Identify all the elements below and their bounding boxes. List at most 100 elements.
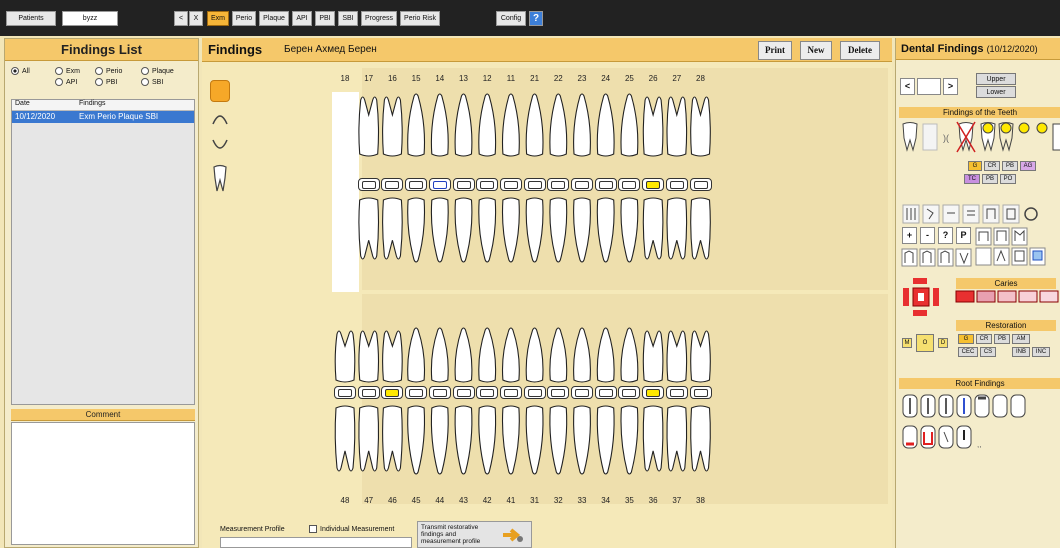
tooth-45-lingual[interactable]: [407, 327, 426, 383]
caries-surface-icons[interactable]: [899, 276, 1060, 320]
tag-ag[interactable]: AG: [1020, 161, 1036, 171]
crown-shape-icons[interactable]: [900, 248, 980, 268]
tooth-46-buccal[interactable]: [382, 405, 403, 472]
tooth-31-lingual[interactable]: [525, 327, 544, 383]
tooth-31-buccal[interactable]: [525, 405, 544, 475]
tooth-33-buccal[interactable]: [573, 405, 591, 475]
tooth-16-occlusal[interactable]: [381, 178, 404, 191]
filter-sbi[interactable]: SBI: [141, 78, 163, 86]
tag-cr[interactable]: CR: [984, 161, 1000, 171]
tooth-21-occlusal[interactable]: [523, 178, 546, 191]
filter-pbi[interactable]: PBI: [95, 78, 117, 86]
surface-m[interactable]: M: [902, 338, 912, 348]
tooth-11-occlusal[interactable]: [499, 178, 522, 191]
tooth-42-buccal[interactable]: [478, 405, 497, 475]
tooth-finding-icons[interactable]: )(: [899, 120, 1060, 154]
restoration-tag-g[interactable]: G: [958, 334, 974, 344]
tooth-43-occlusal[interactable]: [452, 386, 475, 399]
tooth-43-buccal[interactable]: [454, 405, 473, 475]
tab-pbi[interactable]: PBI: [315, 11, 335, 26]
question-button[interactable]: ?: [938, 227, 953, 244]
tooth-27-lingual[interactable]: [666, 197, 688, 260]
tooth-37-occlusal[interactable]: [665, 386, 688, 399]
tooth-26-occlusal[interactable]: [642, 178, 665, 191]
tooth-47-buccal[interactable]: [358, 405, 380, 472]
individual-measurement-checkbox[interactable]: Individual Measurement: [309, 525, 394, 533]
tooth-43-lingual[interactable]: [454, 327, 473, 383]
tooth-38-occlusal[interactable]: [689, 386, 712, 399]
patients-button[interactable]: Patients: [6, 11, 56, 26]
tooth-25-lingual[interactable]: [620, 197, 639, 263]
tooth-41-occlusal[interactable]: [499, 386, 522, 399]
tooth-27-buccal[interactable]: [666, 96, 688, 157]
tooth-36-lingual[interactable]: [642, 330, 664, 383]
nav-prev-button[interactable]: <: [174, 11, 188, 26]
tooth-12-buccal[interactable]: [478, 93, 497, 157]
tooth-34-buccal[interactable]: [596, 405, 615, 475]
tooth-25-occlusal[interactable]: [618, 178, 641, 191]
tooth-28-lingual[interactable]: [690, 197, 711, 260]
tooth-44-buccal[interactable]: [430, 405, 449, 475]
lower-jaw-button[interactable]: Lower: [976, 86, 1016, 98]
tooth-15-occlusal[interactable]: [405, 178, 428, 191]
tooth-35-occlusal[interactable]: [618, 386, 641, 399]
config-button[interactable]: Config: [496, 11, 526, 26]
tooth-23-lingual[interactable]: [573, 197, 591, 263]
tooth-28-buccal[interactable]: [690, 96, 711, 157]
minus-button[interactable]: -: [920, 227, 935, 244]
tooth-12-lingual[interactable]: [478, 197, 497, 263]
tooth-32-lingual[interactable]: [549, 327, 568, 383]
tooth-27-occlusal[interactable]: [665, 178, 688, 191]
tooth-48-occlusal[interactable]: [334, 386, 356, 399]
tooth-16-lingual[interactable]: [382, 197, 403, 260]
tooth-17-occlusal[interactable]: [357, 178, 380, 191]
tab-exm[interactable]: Exm: [207, 11, 229, 26]
tooth-11-buccal[interactable]: [501, 93, 520, 157]
tooth-34-lingual[interactable]: [596, 327, 615, 383]
tooth-48-buccal[interactable]: [334, 405, 356, 472]
root-finding-icons[interactable]: ,,: [899, 392, 1060, 456]
tooth-47-occlusal[interactable]: [357, 386, 380, 399]
surface-d[interactable]: D: [938, 338, 948, 348]
table-row[interactable]: 10/12/2020 Exm Perio Plaque SBI: [12, 111, 194, 123]
tooth-11-lingual[interactable]: [501, 197, 520, 263]
tooth-37-lingual[interactable]: [666, 330, 688, 383]
tooth-14-lingual[interactable]: [430, 197, 449, 263]
tab-plaque[interactable]: Plaque: [259, 11, 289, 26]
restoration-tag-inc[interactable]: INC: [1032, 347, 1050, 357]
tooth-28-occlusal[interactable]: [689, 178, 712, 191]
tooth-38-lingual[interactable]: [690, 330, 711, 383]
tooth-22-buccal[interactable]: [549, 93, 568, 157]
tooth-45-occlusal[interactable]: [405, 386, 428, 399]
filter-all[interactable]: All: [11, 67, 30, 75]
tab-api[interactable]: API: [292, 11, 312, 26]
filter-exm[interactable]: Exm: [55, 67, 80, 75]
tooth-45-buccal[interactable]: [407, 405, 426, 475]
comment-textarea[interactable]: [11, 422, 195, 545]
tooth-26-buccal[interactable]: [642, 96, 664, 157]
tooth-32-occlusal[interactable]: [547, 386, 570, 399]
tooth-48-lingual[interactable]: [334, 330, 356, 383]
tooth-23-occlusal[interactable]: [571, 178, 593, 191]
tooth-13-lingual[interactable]: [454, 197, 473, 263]
restoration-tag-cs[interactable]: CS: [980, 347, 996, 357]
tooth-36-buccal[interactable]: [642, 405, 664, 472]
tab-sbi[interactable]: SBI: [338, 11, 358, 26]
tooth-46-lingual[interactable]: [382, 330, 403, 383]
tooth-17-lingual[interactable]: [358, 197, 380, 260]
restoration-tag-cec[interactable]: CEC: [958, 347, 978, 357]
tooth-15-lingual[interactable]: [407, 197, 426, 263]
tooth-15-buccal[interactable]: [407, 93, 426, 157]
patient-field[interactable]: byzz: [62, 11, 118, 26]
tooth-24-buccal[interactable]: [596, 93, 615, 157]
filter-plaque[interactable]: Plaque: [141, 67, 174, 75]
upper-jaw-button[interactable]: Upper: [976, 73, 1016, 85]
tooth-24-occlusal[interactable]: [594, 178, 617, 191]
tag-po[interactable]: PO: [1000, 174, 1016, 184]
tooth-42-lingual[interactable]: [478, 327, 497, 383]
crown-type-icons[interactable]: [974, 227, 1060, 267]
tooth-47-lingual[interactable]: [358, 330, 380, 383]
tooth-33-occlusal[interactable]: [571, 386, 593, 399]
tooth-24-lingual[interactable]: [596, 197, 615, 263]
tooth-35-lingual[interactable]: [620, 327, 639, 383]
